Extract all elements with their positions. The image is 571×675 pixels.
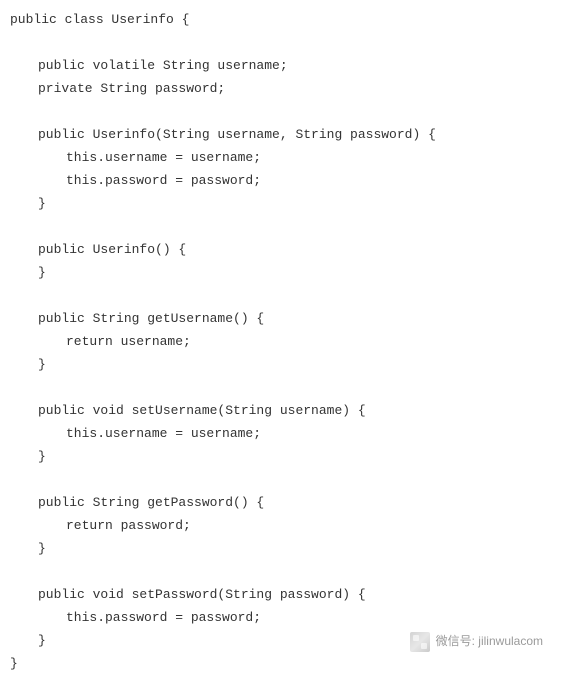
- code-block: public class Userinfo { public volatile …: [10, 8, 571, 675]
- code-line: }: [10, 353, 571, 376]
- watermark: 微信号: jilinwulacom: [410, 630, 543, 653]
- code-line: this.password = password;: [10, 606, 571, 629]
- code-line: [10, 284, 571, 307]
- code-line: return username;: [10, 330, 571, 353]
- code-line: }: [10, 537, 571, 560]
- code-line: this.username = username;: [10, 422, 571, 445]
- code-line: public class Userinfo {: [10, 8, 571, 31]
- code-line: [10, 215, 571, 238]
- code-line: public Userinfo() {: [10, 238, 571, 261]
- wechat-icon: [410, 632, 430, 652]
- code-line: public void setPassword(String password)…: [10, 583, 571, 606]
- code-line: }: [10, 652, 571, 675]
- code-line: }: [10, 192, 571, 215]
- code-line: public Userinfo(String username, String …: [10, 123, 571, 146]
- code-line: this.username = username;: [10, 146, 571, 169]
- code-line: return password;: [10, 514, 571, 537]
- code-line: [10, 100, 571, 123]
- code-line: public String getPassword() {: [10, 491, 571, 514]
- code-line: public String getUsername() {: [10, 307, 571, 330]
- code-line: this.password = password;: [10, 169, 571, 192]
- code-line: private String password;: [10, 77, 571, 100]
- code-line: }: [10, 261, 571, 284]
- code-line: [10, 468, 571, 491]
- code-line: [10, 376, 571, 399]
- code-line: }: [10, 445, 571, 468]
- code-line: public volatile String username;: [10, 54, 571, 77]
- code-line: [10, 31, 571, 54]
- code-line: public void setUsername(String username)…: [10, 399, 571, 422]
- watermark-text: 微信号: jilinwulacom: [436, 630, 543, 653]
- code-line: [10, 560, 571, 583]
